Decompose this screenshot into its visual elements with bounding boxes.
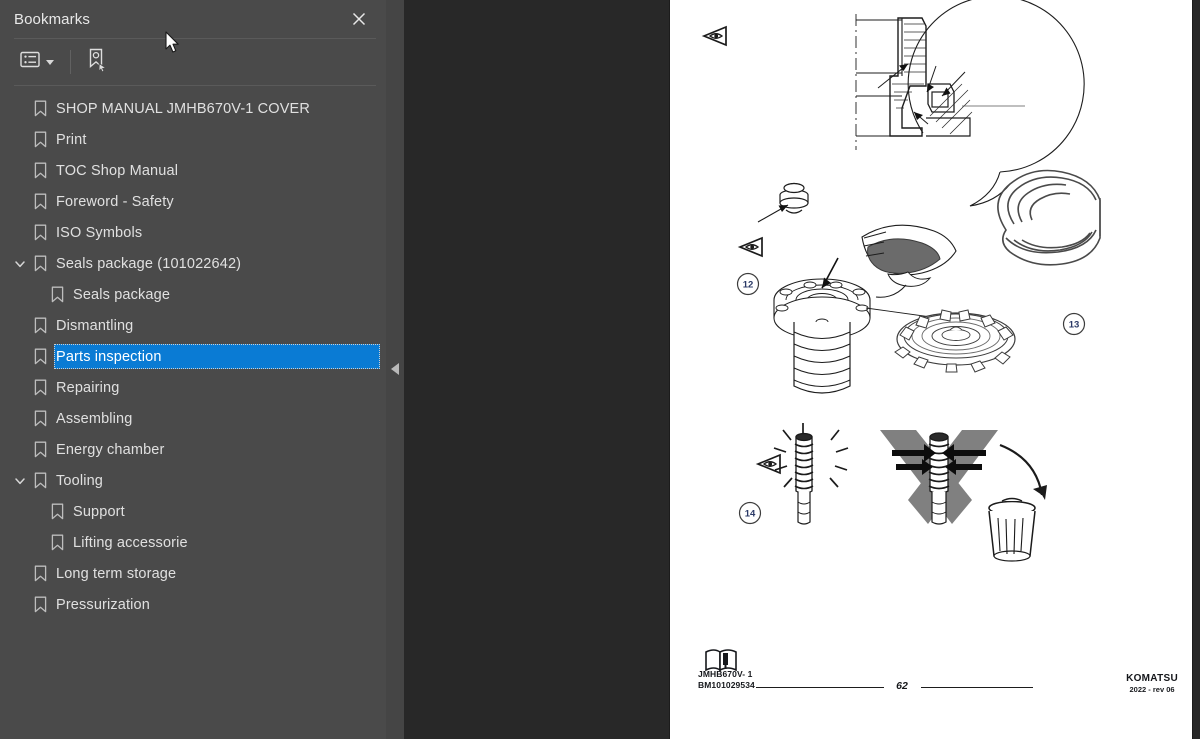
bookmark-item-long-term-storage[interactable]: Long term storage <box>0 558 386 589</box>
document-page: 12 13 14 JMHB670V- 1 BM101029534 62 KOMA… <box>670 0 1192 739</box>
ring-assembly <box>894 309 1016 373</box>
callout-13-label: 13 <box>1069 320 1080 331</box>
new-bookmark-icon <box>87 48 108 77</box>
bookmarks-panel: Bookmarks SHOP MANUAL JMHB670V-1 COVER P… <box>0 0 386 739</box>
bookmark-item-repairing[interactable]: Repairing <box>0 372 386 403</box>
bookmark-item-pressurization[interactable]: Pressurization <box>0 589 386 620</box>
bookmark-icon <box>32 155 48 186</box>
footer-model-block: JMHB670V- 1 BM101029534 <box>698 669 755 691</box>
callout-12-label: 12 <box>743 280 754 291</box>
chevron-down-icon[interactable] <box>12 248 28 279</box>
bookmark-item-assembling[interactable]: Assembling <box>0 403 386 434</box>
damaged-bolt-part <box>928 432 950 525</box>
bookmark-item-tooling[interactable]: Tooling <box>0 465 386 496</box>
toolbar-divider <box>70 50 71 74</box>
bookmark-label: Pressurization <box>56 596 150 613</box>
panel-title: Bookmarks <box>14 10 90 28</box>
bookmark-label: Parts inspection <box>56 348 162 365</box>
callout-14-label: 14 <box>745 509 756 520</box>
bookmark-tree[interactable]: SHOP MANUAL JMHB670V-1 COVER Print TOC Sho… <box>0 90 386 739</box>
footer-rule-left <box>756 687 884 688</box>
bookmarks-panel-header: Bookmarks <box>0 0 386 38</box>
inspect-eye-icon <box>703 26 727 46</box>
footer-rule-right <box>921 687 1033 688</box>
bookmark-icon <box>32 403 48 434</box>
bookmark-label: Seals package <box>73 286 171 303</box>
bookmark-item-energy-chamber[interactable]: Energy chamber <box>0 434 386 465</box>
bookmark-options-button[interactable] <box>16 46 58 78</box>
cylinder-assembly <box>773 278 871 394</box>
new-bookmark-button[interactable] <box>83 46 112 78</box>
callout-marker-12: 12 <box>736 272 760 296</box>
bookmark-item-parts-inspection[interactable]: Parts inspection <box>0 341 386 372</box>
bookmark-icon <box>32 434 48 465</box>
bookmark-icon <box>32 217 48 248</box>
bookmark-icon <box>32 372 48 403</box>
bookmark-item-support[interactable]: Support <box>0 496 386 527</box>
callout-marker-13: 13 <box>1062 312 1086 336</box>
good-bolt-part <box>773 423 849 525</box>
bookmark-item-toc-shop-manual[interactable]: TOC Shop Manual <box>0 155 386 186</box>
seal-ring-part <box>997 169 1101 266</box>
technical-illustration: 12 13 14 <box>703 0 1101 562</box>
footer-part-number: BM101029534 <box>698 680 755 690</box>
bookmark-icon <box>32 186 48 217</box>
bookmark-icon <box>32 341 48 372</box>
bookmark-label: Support <box>73 503 125 520</box>
bookmark-label: Energy chamber <box>56 441 165 458</box>
chevron-down-icon[interactable] <box>12 465 28 496</box>
trash-bin-icon <box>988 497 1036 562</box>
bookmark-icon <box>32 310 48 341</box>
bookmark-item-shop-manual-jmhb670v-1-cover[interactable]: SHOP MANUAL JMHB670V-1 COVER <box>0 93 386 124</box>
bookmark-item-lifting-accessorie[interactable]: Lifting accessorie <box>0 527 386 558</box>
bookmark-label: Tooling <box>56 472 103 489</box>
bookmark-icon <box>49 496 65 527</box>
bookmark-label: Assembling <box>56 410 133 427</box>
bookmark-icon <box>32 248 48 279</box>
bookmark-item-foreword-safety[interactable]: Foreword - Safety <box>0 186 386 217</box>
pdf-viewer-window: Bookmarks SHOP MANUAL JMHB670V-1 COVER P… <box>0 0 1200 739</box>
footer-page-number: 62 <box>896 680 908 692</box>
gloved-hand-icon <box>861 224 957 298</box>
bookmark-icon <box>32 558 48 589</box>
bookmark-item-print[interactable]: Print <box>0 124 386 155</box>
brand-name: KOMATSU <box>1126 673 1178 684</box>
bookmark-label: SHOP MANUAL JMHB670V-1 COVER <box>56 100 310 117</box>
footer-brand-block: KOMATSU 2022 - rev 06 <box>1126 673 1178 694</box>
bookmarks-toolbar <box>0 39 386 85</box>
bookmark-label: Foreword - Safety <box>56 193 174 210</box>
page-footer: JMHB670V- 1 BM101029534 62 KOMATSU 2022 … <box>670 649 1192 717</box>
bookmark-item-iso-symbols[interactable]: ISO Symbols <box>0 217 386 248</box>
bookmark-label: Long term storage <box>56 565 177 582</box>
bookmark-label: Seals package (101022642) <box>56 255 242 272</box>
bookmark-item-seals-package[interactable]: Seals package <box>0 279 386 310</box>
bookmark-label: TOC Shop Manual <box>56 162 179 179</box>
bookmark-icon <box>32 465 48 496</box>
bookmark-label: Repairing <box>56 379 120 396</box>
bookmark-label: Lifting accessorie <box>73 534 188 551</box>
close-icon[interactable] <box>346 6 372 32</box>
collapse-panel-button[interactable] <box>386 352 404 386</box>
inspect-eye-icon <box>739 237 763 257</box>
bookmark-label: Dismantling <box>56 317 134 334</box>
document-viewer[interactable]: 12 13 14 JMHB670V- 1 BM101029534 62 KOMA… <box>404 0 1200 739</box>
footer-model: JMHB670V- 1 <box>698 669 753 679</box>
list-options-icon <box>20 51 40 73</box>
bookmark-label: Print <box>56 131 87 148</box>
bookmark-icon <box>32 589 48 620</box>
bookmark-icon <box>49 527 65 558</box>
bookmark-item-dismantling[interactable]: Dismantling <box>0 310 386 341</box>
bookmark-item-seals-package-101022642[interactable]: Seals package (101022642) <box>0 248 386 279</box>
bookmark-icon <box>32 93 48 124</box>
callout-marker-14: 14 <box>738 501 762 525</box>
bookmark-label: ISO Symbols <box>56 224 143 241</box>
chevron-down-icon <box>46 59 54 65</box>
bookmark-icon <box>49 279 65 310</box>
toolbar-divider-bottom <box>14 85 376 86</box>
revision-label: 2022 - rev 06 <box>1129 685 1175 694</box>
bookmark-icon <box>32 124 48 155</box>
triangle-left-icon <box>391 363 399 375</box>
